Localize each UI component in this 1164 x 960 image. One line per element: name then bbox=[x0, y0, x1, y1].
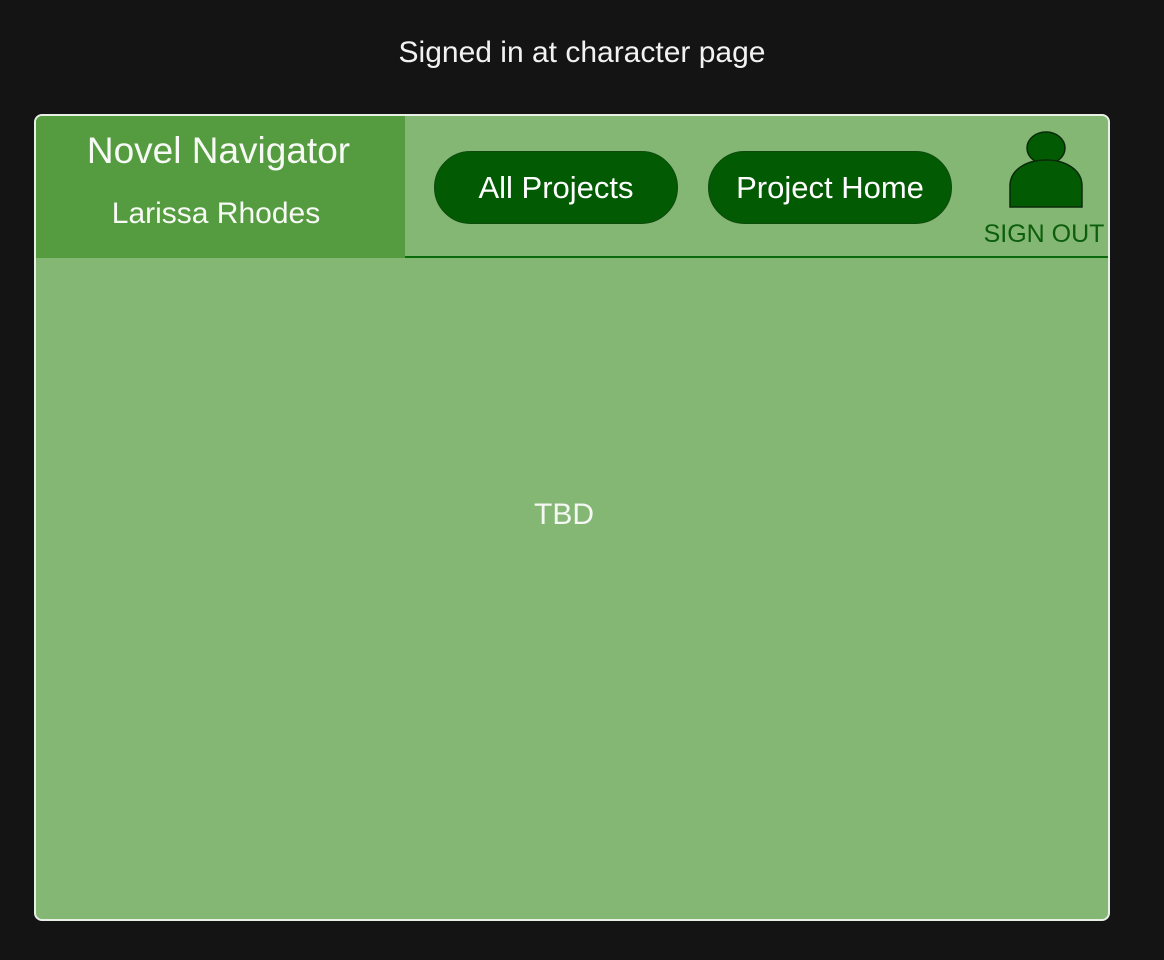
placeholder-text: TBD bbox=[534, 498, 594, 531]
user-avatar-icon[interactable] bbox=[1008, 128, 1084, 208]
app-header: Novel Navigator Larissa Rhodes All Proje… bbox=[36, 116, 1108, 258]
all-projects-button[interactable]: All Projects bbox=[434, 151, 678, 224]
main-content: TBD bbox=[36, 258, 1108, 919]
sign-out-label[interactable]: SIGN OUT bbox=[978, 219, 1108, 249]
project-home-button[interactable]: Project Home bbox=[708, 151, 952, 224]
page-caption: Signed in at character page bbox=[398, 36, 766, 69]
user-name: Larissa Rhodes bbox=[111, 197, 321, 230]
sign-out-button[interactable]: SIGN OUT bbox=[978, 126, 1108, 254]
app-frame: Novel Navigator Larissa Rhodes All Proje… bbox=[34, 114, 1110, 921]
brand-panel: Novel Navigator Larissa Rhodes bbox=[36, 116, 405, 258]
app-title: Novel Navigator bbox=[86, 130, 351, 171]
